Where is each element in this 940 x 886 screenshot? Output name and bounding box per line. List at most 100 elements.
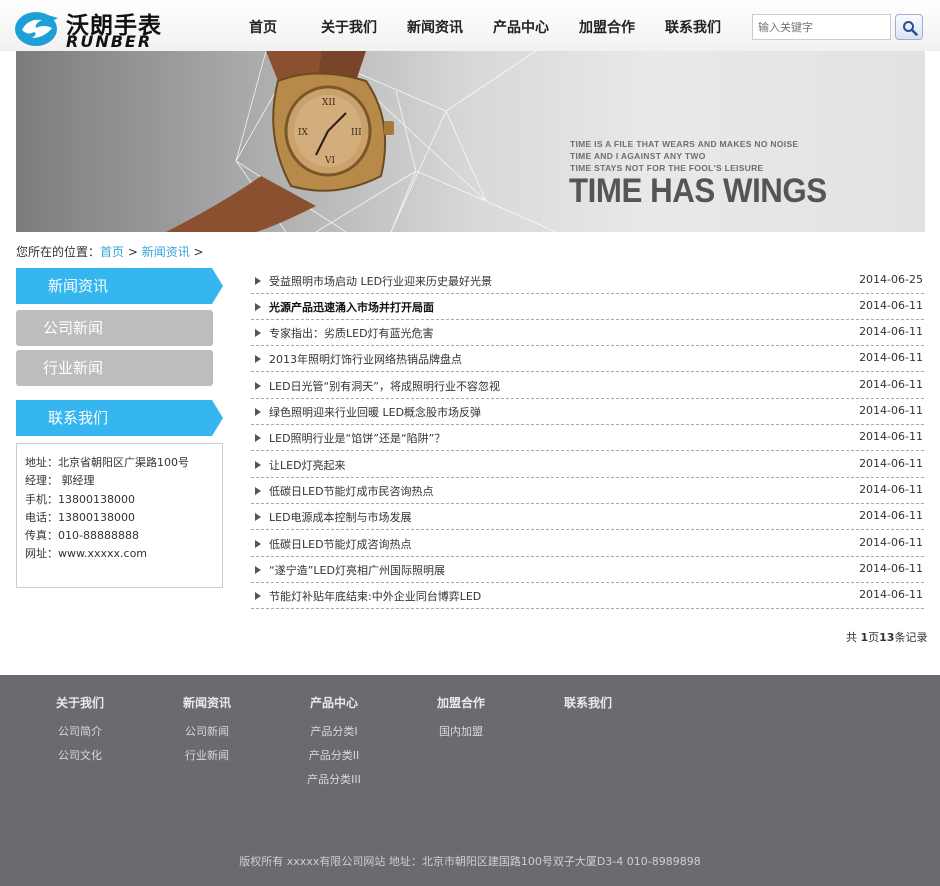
news-title[interactable]: 2013年照明灯饰行业网络热销品牌盘点 [269, 351, 462, 367]
footer-heading[interactable]: 加盟合作 [421, 695, 501, 715]
footer-heading[interactable]: 联系我们 [548, 695, 628, 715]
news-row[interactable]: 节能灯补贴年底结束:中外企业同台博弈LED 2014-06-11 [251, 583, 924, 609]
contact-phone: 电话：13800138000 [25, 510, 135, 524]
breadcrumb-separator: > [189, 245, 204, 259]
contact-fax: 传真：010-88888888 [25, 529, 139, 543]
bullet-arrow-icon [255, 355, 261, 363]
banner-headline: TIME HAS WINGS [569, 172, 827, 210]
news-row[interactable]: LED日光管“别有洞天”，将成照明行业不容忽视 2014-06-11 [251, 373, 924, 399]
news-row[interactable]: 低碳日LED节能灯成咨询热点 2014-06-11 [251, 531, 924, 557]
nav-franchise[interactable]: 加盟合作 [564, 0, 650, 51]
footer-link[interactable]: 行业新闻 [167, 739, 247, 763]
news-date: 2014-06-11 [859, 509, 923, 522]
news-row[interactable]: 受益照明市场启动 LED行业迎来历史最好光景 2014-06-25 [251, 268, 924, 294]
contact-manager: 经理： 郭经理 [25, 474, 95, 488]
footer-heading[interactable]: 关于我们 [40, 695, 120, 715]
nav-about[interactable]: 关于我们 [306, 0, 392, 51]
news-title[interactable]: “遂宁造”LED灯亮相广州国际照明展 [269, 562, 445, 578]
news-title[interactable]: 光源产品迅速涌入市场并打开局面 [269, 299, 434, 315]
svg-text:IX: IX [298, 128, 309, 138]
news-title[interactable]: 低碳日LED节能灯成咨询热点 [269, 536, 412, 552]
footer: 关于我们 公司简介 公司文化 新闻资讯 公司新闻 行业新闻 产品中心 产品分类I… [0, 675, 940, 886]
news-row[interactable]: 让LED灯亮起来 2014-06-11 [251, 452, 924, 478]
news-title[interactable]: LED电源成本控制与市场发展 [269, 509, 412, 525]
news-title[interactable]: 受益照明市场启动 LED行业迎来历史最好光景 [269, 273, 492, 289]
nav-home[interactable]: 首页 [220, 0, 306, 51]
news-row[interactable]: 低碳日LED节能灯成市民咨询热点 2014-06-11 [251, 478, 924, 504]
breadcrumb-home-link[interactable]: 首页 [100, 245, 124, 259]
footer-col-franchise: 加盟合作 国内加盟 [421, 695, 501, 739]
logo[interactable]: 沃朗手表 RUNBER [14, 6, 174, 51]
news-row[interactable]: LED电源成本控制与市场发展 2014-06-11 [251, 504, 924, 530]
news-date: 2014-06-11 [859, 483, 923, 496]
news-date: 2014-06-11 [859, 299, 923, 312]
news-date: 2014-06-25 [859, 273, 923, 286]
contact-address: 地址：北京省朝阳区广渠路100号 [25, 456, 189, 469]
search-icon [903, 21, 918, 36]
pager-page-count: 1 [860, 631, 869, 644]
sidebar-item-company-news[interactable]: 公司新闻 [16, 310, 213, 346]
pager-text: 共 [846, 631, 861, 644]
news-date: 2014-06-11 [859, 588, 923, 601]
svg-text:VI: VI [324, 156, 335, 166]
pagination-summary: 共 1页13条记录 [846, 629, 927, 645]
bullet-arrow-icon [255, 487, 261, 495]
footer-heading[interactable]: 新闻资讯 [167, 695, 247, 715]
svg-text:III: III [351, 128, 362, 138]
news-title[interactable]: 让LED灯亮起来 [269, 457, 346, 473]
footer-link[interactable]: 公司文化 [40, 739, 120, 763]
sidebar-news-heading[interactable]: 新闻资讯 [16, 268, 223, 304]
footer-col-news: 新闻资讯 公司新闻 行业新闻 [167, 695, 247, 763]
nav-news[interactable]: 新闻资讯 [392, 0, 478, 51]
breadcrumb-news-link[interactable]: 新闻资讯 [142, 245, 190, 259]
footer-link[interactable]: 产品分类I [294, 715, 374, 739]
breadcrumb-prefix: 您所在的位置： [16, 245, 101, 259]
header: 沃朗手表 RUNBER 首页 关于我们 新闻资讯 产品中心 加盟合作 联系我们 [0, 0, 940, 51]
nav-products[interactable]: 产品中心 [478, 0, 564, 51]
news-row[interactable]: 2013年照明灯饰行业网络热销品牌盘点 2014-06-11 [251, 346, 924, 372]
footer-link[interactable]: 产品分类II [294, 739, 374, 763]
bullet-arrow-icon [255, 329, 261, 337]
footer-link[interactable]: 产品分类III [294, 763, 374, 787]
news-date: 2014-06-11 [859, 351, 923, 364]
news-date: 2014-06-11 [859, 325, 923, 338]
news-title[interactable]: 节能灯补贴年底结束:中外企业同台博弈LED [269, 588, 481, 604]
news-date: 2014-06-11 [859, 562, 923, 575]
news-row[interactable]: 专家指出：劣质LED灯有蓝光危害 2014-06-11 [251, 320, 924, 346]
banner[interactable]: XII III VI IX TIME IS A FILE THAT WEARS AND… [16, 51, 925, 232]
bullet-arrow-icon [255, 434, 261, 442]
search-input[interactable] [752, 14, 891, 40]
svg-text:XII: XII [322, 98, 336, 108]
footer-link[interactable]: 国内加盟 [421, 715, 501, 739]
news-title[interactable]: 专家指出：劣质LED灯有蓝光危害 [269, 325, 434, 341]
sidebar-contact-heading-label: 联系我们 [48, 409, 109, 427]
footer-heading[interactable]: 产品中心 [294, 695, 374, 715]
news-row[interactable]: “遂宁造”LED灯亮相广州国际照明展 2014-06-11 [251, 557, 924, 583]
news-row[interactable]: 绿色照明迎来行业回暖 LED概念股市场反弹 2014-06-11 [251, 399, 924, 425]
main-nav: 首页 关于我们 新闻资讯 产品中心 加盟合作 联系我们 [220, 0, 736, 51]
news-title[interactable]: LED日光管“别有洞天”，将成照明行业不容忽视 [269, 378, 500, 394]
bullet-arrow-icon [255, 513, 261, 521]
sidebar-item-industry-news[interactable]: 行业新闻 [16, 350, 213, 386]
banner-line-1: TIME IS A FILE THAT WEARS AND MAKES NO N… [570, 139, 799, 149]
news-title[interactable]: 低碳日LED节能灯成市民咨询热点 [269, 483, 434, 499]
news-row[interactable]: LED照明行业是“馅饼”还是“陷阱”？ 2014-06-11 [251, 425, 924, 451]
sidebar-contact-heading[interactable]: 联系我们 [16, 400, 223, 436]
news-row[interactable]: 光源产品迅速涌入市场并打开局面 2014-06-11 [251, 294, 924, 320]
search-button[interactable] [895, 14, 923, 40]
bullet-arrow-icon [255, 566, 261, 574]
news-title[interactable]: 绿色照明迎来行业回暖 LED概念股市场反弹 [269, 404, 481, 420]
news-date: 2014-06-11 [859, 536, 923, 549]
footer-link[interactable]: 公司新闻 [167, 715, 247, 739]
banner-line-2: TIME AND I AGAINST ANY TWO [570, 151, 706, 161]
pager-text: 条记录 [894, 631, 928, 644]
news-title[interactable]: LED照明行业是“馅饼”还是“陷阱”？ [269, 430, 445, 446]
news-date: 2014-06-11 [859, 457, 923, 470]
footer-link[interactable]: 公司简介 [40, 715, 120, 739]
bullet-arrow-icon [255, 540, 261, 548]
contact-mobile: 手机：13800138000 [25, 492, 135, 506]
bullet-arrow-icon [255, 408, 261, 416]
pager-record-count: 13 [879, 631, 895, 644]
nav-contact[interactable]: 联系我们 [650, 0, 736, 51]
pager-text: 页 [868, 631, 880, 644]
